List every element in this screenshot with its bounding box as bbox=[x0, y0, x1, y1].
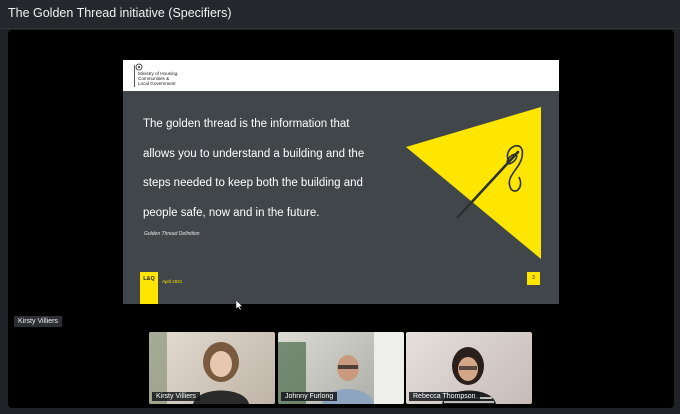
ministry-line: Local Government bbox=[138, 81, 176, 86]
participant-name: Rebecca Thompson bbox=[409, 392, 480, 401]
royal-crest-icon bbox=[135, 63, 143, 71]
participant-name: Kirsty Villiers bbox=[152, 392, 200, 401]
participant-tile[interactable]: Kirsty Villiers bbox=[149, 332, 275, 404]
ministry-rule bbox=[134, 65, 135, 87]
window-title: The Golden Thread initiative (Specifiers… bbox=[8, 6, 232, 20]
shared-slide: Ministry of Housing, Communities & Local… bbox=[123, 60, 559, 304]
quote-line: people safe, now and in the future. bbox=[143, 206, 320, 219]
slide-quote: The golden thread is the information tha… bbox=[143, 110, 413, 228]
slide-header: Ministry of Housing, Communities & Local… bbox=[123, 60, 559, 91]
participant-name: Johnny Furlong bbox=[281, 392, 338, 401]
quote-line: steps needed to keep both the building a… bbox=[143, 177, 363, 189]
meeting-stage: Ministry of Housing, Communities & Local… bbox=[8, 30, 674, 408]
participant-tile[interactable]: Johnny Furlong bbox=[278, 332, 404, 404]
quote-line: allows you to understand a building and … bbox=[143, 147, 365, 160]
slide-date: April 2021 bbox=[162, 279, 183, 284]
lq-logo: L&Q bbox=[140, 272, 158, 304]
active-speaker-label: Kirsty Villiers bbox=[14, 316, 62, 327]
quote-line: The golden thread is the information tha… bbox=[143, 118, 350, 130]
window-titlebar: The Golden Thread initiative (Specifiers… bbox=[0, 0, 680, 29]
mouse-pointer-icon bbox=[236, 300, 243, 310]
participant-tile[interactable]: Rebecca Thompson bbox=[406, 332, 532, 404]
slide-caption: Golden Thread Definition bbox=[144, 231, 200, 237]
slide-page-number: 3 bbox=[527, 272, 540, 285]
needle-thread-graphic bbox=[406, 107, 541, 259]
ministry-name: Ministry of Housing, Communities & Local… bbox=[138, 71, 178, 86]
